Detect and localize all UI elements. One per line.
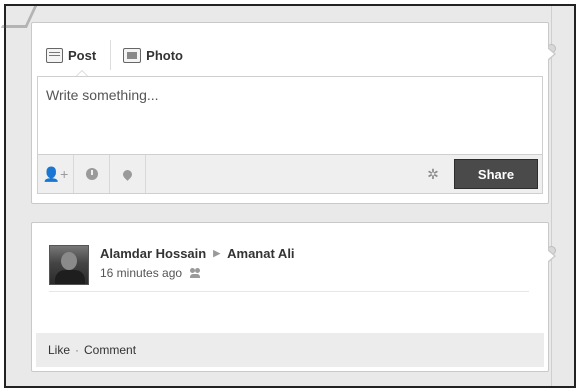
timeline-line	[551, 6, 552, 386]
add-location-button[interactable]	[110, 155, 146, 193]
speech-bubble-icon	[46, 47, 63, 63]
composer-arrow	[547, 47, 556, 61]
tab-post-label: Post	[68, 47, 97, 63]
status-input-wrapper	[37, 76, 543, 154]
add-date-button[interactable]	[74, 155, 110, 193]
tab-photo[interactable]: Photo	[123, 37, 197, 73]
composer-toolbar: 👤+ ✲ Share	[37, 154, 543, 194]
settings-gear-icon: ✲	[427, 165, 439, 182]
settings-gear-button[interactable]: ✲	[418, 155, 448, 193]
story-card: Alamdar Hossain ▶ Amanat Ali 16 minutes …	[31, 222, 556, 372]
recipient-link[interactable]: Amanat Ali	[227, 246, 294, 261]
story-arrow	[547, 249, 556, 263]
like-link[interactable]: Like	[48, 343, 70, 357]
arrow-right-icon: ▶	[213, 248, 221, 258]
location-pin-icon	[121, 167, 134, 181]
divider	[49, 291, 529, 292]
story-actions: Like · Comment	[36, 333, 544, 367]
timeline-frame: Post Photo 👤+ ✲ Sha	[0, 4, 576, 388]
comment-link[interactable]: Comment	[84, 343, 136, 357]
status-composer: Post Photo 👤+ ✲ Sha	[31, 22, 556, 204]
tab-post[interactable]: Post	[46, 37, 110, 73]
story-meta: 16 minutes ago	[100, 266, 202, 280]
author-link[interactable]: Alamdar Hossain	[100, 246, 206, 261]
tab-photo-label: Photo	[146, 47, 183, 63]
clock-icon	[85, 168, 98, 180]
status-input[interactable]	[38, 77, 542, 154]
timestamp-link[interactable]: 16 minutes ago	[100, 266, 182, 280]
tag-people-button[interactable]: 👤+	[38, 155, 74, 193]
friends-icon	[190, 268, 202, 278]
separator: ·	[75, 343, 80, 357]
photo-icon	[123, 47, 142, 63]
share-button[interactable]: Share	[454, 159, 538, 189]
avatar[interactable]	[49, 245, 89, 285]
composer-tabs: Post Photo	[46, 37, 197, 73]
tab-separator	[110, 40, 112, 70]
story-header: Alamdar Hossain ▶ Amanat Ali	[100, 246, 295, 261]
tag-people-icon: 👤+	[42, 165, 69, 182]
